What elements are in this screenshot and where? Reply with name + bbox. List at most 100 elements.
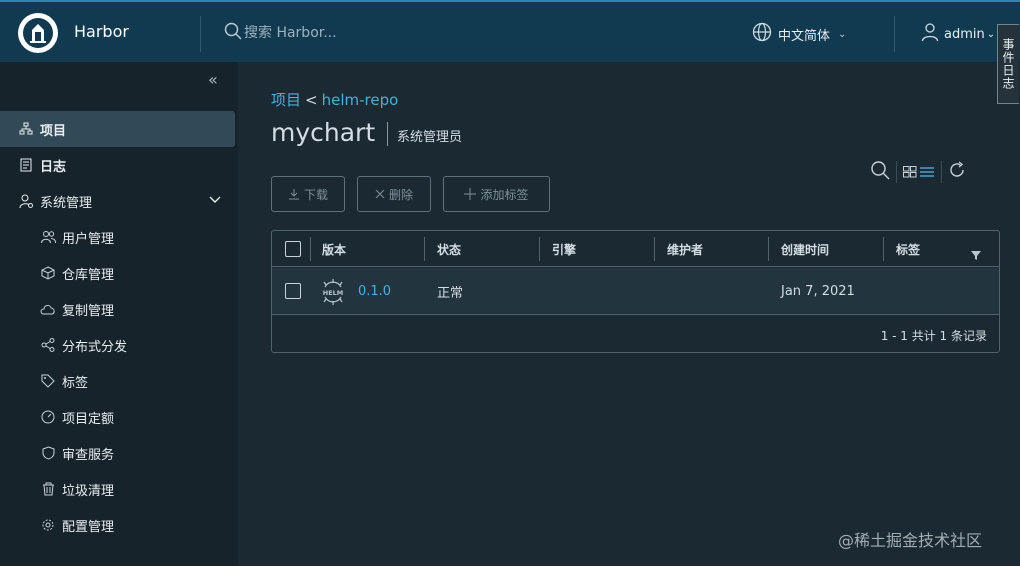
global-search[interactable] xyxy=(224,22,444,44)
sidebar-item-admin[interactable]: 系统管理 xyxy=(0,183,235,219)
created-cell: Jan 7, 2021 xyxy=(781,284,855,299)
cube-icon xyxy=(40,265,56,281)
close-icon xyxy=(375,189,385,199)
sidebar-item-users[interactable]: 用户管理 xyxy=(0,219,235,255)
chevron-down-icon: ⌄ xyxy=(838,28,847,40)
column-header-status[interactable]: 状态 xyxy=(437,231,461,267)
sidebar-item-repositories[interactable]: 仓库管理 xyxy=(0,255,235,291)
search-input[interactable] xyxy=(244,25,444,41)
sidebar-item-label: 复制管理 xyxy=(62,303,115,319)
toolbar-divider xyxy=(941,161,942,183)
title-divider xyxy=(387,122,388,146)
column-header-version[interactable]: 版本 xyxy=(322,231,346,267)
sidebar-item-logs[interactable]: 日志 xyxy=(0,147,235,183)
event-log-tab[interactable]: 事件日志 xyxy=(997,24,1019,104)
table-row[interactable]: HELM 0.1.0 正常 Jan 7, 2021 xyxy=(272,268,999,315)
sidebar-item-label: 日志 xyxy=(40,159,67,175)
download-button[interactable]: 下载 xyxy=(271,176,345,212)
breadcrumb-parent-link[interactable]: 项目 xyxy=(271,91,301,109)
sidebar-item-label: 审查服务 xyxy=(62,447,115,463)
svg-text:HELM: HELM xyxy=(323,289,344,297)
column-divider xyxy=(424,237,425,261)
chart-versions-table: 版本 状态 引擎 维护者 创建时间 标签 HELM 0.1.0 正常 Jan 7… xyxy=(271,230,1000,353)
download-icon xyxy=(288,188,300,200)
toolbar-divider xyxy=(896,161,897,183)
sidebar-item-labels[interactable]: 标签 xyxy=(0,363,235,399)
gear-icon xyxy=(40,517,56,533)
collapse-sidebar-icon[interactable]: « xyxy=(208,70,218,89)
chevron-down-icon: ⌄ xyxy=(986,28,996,40)
add-label-button[interactable]: 添加标签 xyxy=(443,176,550,212)
admin-icon xyxy=(18,193,34,209)
column-divider xyxy=(654,237,655,261)
helm-icon: HELM xyxy=(320,279,346,309)
user-icon xyxy=(920,22,940,46)
shield-icon xyxy=(40,445,56,461)
breadcrumb: 项目 < helm-repo xyxy=(271,89,398,110)
sidebar-item-distribution[interactable]: 分布式分发 xyxy=(0,327,235,363)
chevron-down-icon xyxy=(209,193,221,209)
column-divider xyxy=(539,237,540,261)
pagination-summary: 1 - 1 共计 1 条记录 xyxy=(880,329,987,343)
sidebar-item-label: 标签 xyxy=(62,375,89,391)
column-divider xyxy=(883,237,884,261)
column-header-engine[interactable]: 引擎 xyxy=(552,231,576,267)
sidebar-item-label: 配置管理 xyxy=(62,519,115,535)
watermark: @稀土掘金技术社区 xyxy=(838,531,983,550)
sidebar-item-projects[interactable]: 项目 xyxy=(0,111,235,147)
tag-icon xyxy=(40,373,56,389)
user-menu[interactable]: admin ⌄ xyxy=(920,22,995,46)
sidebar-item-label: 仓库管理 xyxy=(62,267,115,283)
status-cell: 正常 xyxy=(437,286,464,301)
sidebar-item-interrogation[interactable]: 审查服务 xyxy=(0,435,235,471)
filter-icon[interactable] xyxy=(971,245,981,264)
log-icon xyxy=(18,157,34,173)
role-badge: 系统管理员 xyxy=(397,130,463,145)
sidebar-item-label: 项目定额 xyxy=(62,411,115,427)
username: admin xyxy=(944,26,985,42)
breadcrumb-current-link[interactable]: helm-repo xyxy=(322,91,399,109)
column-header-maintainer[interactable]: 维护者 xyxy=(667,231,703,267)
column-header-created[interactable]: 创建时间 xyxy=(781,231,829,267)
column-divider xyxy=(310,237,311,261)
share-icon xyxy=(40,337,56,353)
delete-label: 删除 xyxy=(388,187,413,202)
table-header: 版本 状态 引擎 维护者 创建时间 标签 xyxy=(272,231,999,267)
search-icon[interactable] xyxy=(870,160,890,184)
project-icon xyxy=(18,121,34,137)
harbor-logo-icon[interactable] xyxy=(18,13,58,53)
language-label: 中文简体 xyxy=(778,28,831,44)
header-divider xyxy=(894,16,895,52)
sidebar-item-label: 分布式分发 xyxy=(62,339,128,355)
grid-view-icon[interactable] xyxy=(903,163,917,182)
gauge-icon xyxy=(40,409,56,425)
brand-name: Harbor xyxy=(74,22,129,41)
sidebar-item-gc[interactable]: 垃圾清理 xyxy=(0,471,235,507)
cloud-icon xyxy=(40,301,56,317)
add-label-label: 添加标签 xyxy=(480,187,529,202)
sidebar-item-label: 垃圾清理 xyxy=(62,483,115,499)
column-header-labels[interactable]: 标签 xyxy=(896,231,920,267)
select-all-checkbox[interactable] xyxy=(285,241,301,257)
download-label: 下载 xyxy=(303,187,328,202)
sidebar-item-label: 项目 xyxy=(40,123,67,139)
list-view-icon[interactable] xyxy=(919,163,935,182)
search-icon xyxy=(224,22,242,44)
version-link[interactable]: 0.1.0 xyxy=(358,268,391,315)
sidebar: « 项目 日志 系统管理 用户管理 仓库管理 复制管理 分布式分发 标签 项目定… xyxy=(0,62,238,566)
sidebar-item-configuration[interactable]: 配置管理 xyxy=(0,507,235,543)
breadcrumb-separator: < xyxy=(305,91,318,109)
globe-icon xyxy=(752,22,772,46)
delete-button[interactable]: 删除 xyxy=(357,176,431,212)
refresh-icon[interactable] xyxy=(948,161,966,183)
trash-icon xyxy=(40,481,56,497)
language-selector[interactable]: 中文简体 ⌄ xyxy=(752,22,846,46)
header-divider xyxy=(200,16,201,52)
sidebar-item-label: 用户管理 xyxy=(62,231,115,247)
table-toolbar xyxy=(870,160,966,184)
sidebar-item-quotas[interactable]: 项目定额 xyxy=(0,399,235,435)
sidebar-item-replication[interactable]: 复制管理 xyxy=(0,291,235,327)
row-checkbox[interactable] xyxy=(285,283,301,299)
column-divider xyxy=(768,237,769,261)
plus-icon xyxy=(464,188,477,200)
